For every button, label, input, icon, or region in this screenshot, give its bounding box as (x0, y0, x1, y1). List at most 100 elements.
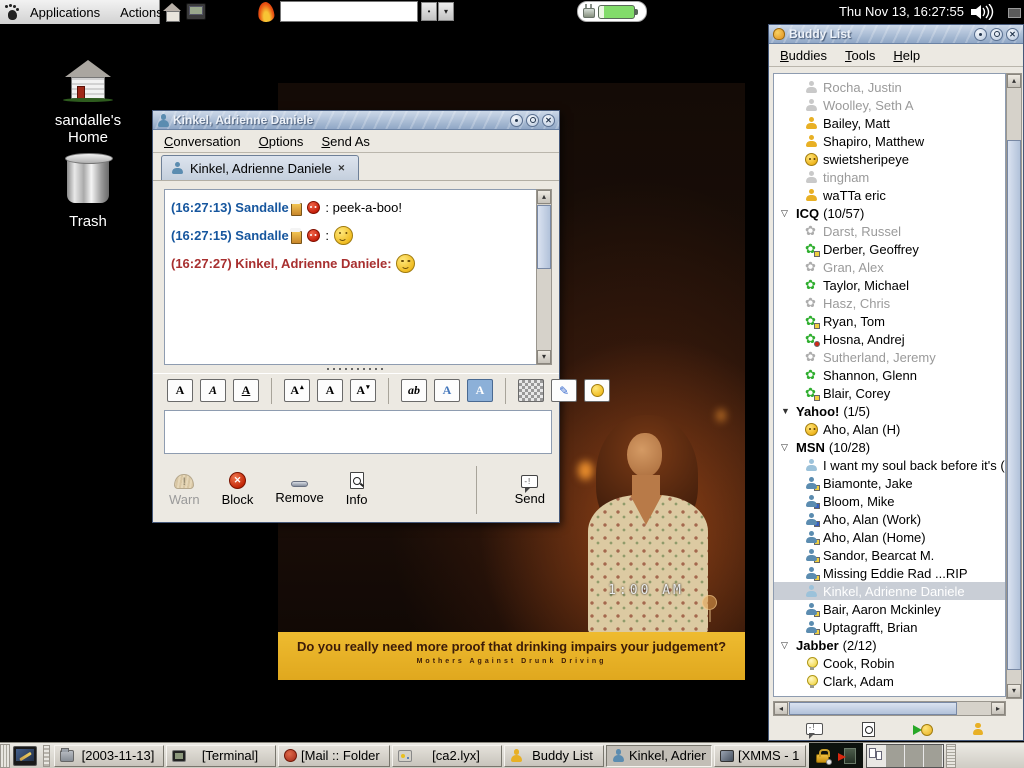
workspace-cell[interactable] (905, 745, 924, 767)
battery-applet[interactable] (577, 1, 647, 22)
task-button[interactable]: [Terminal] (166, 745, 276, 767)
buddy-row[interactable]: Missing Eddie Rad ...RIP (774, 564, 1005, 582)
buddy-row[interactable]: Shapiro, Matthew (774, 132, 1005, 150)
buddy-row[interactable]: Uptagrafft, Brian (774, 618, 1005, 636)
buddy-row[interactable]: Shannon, Glenn (774, 366, 1005, 384)
home-launcher-icon[interactable] (163, 2, 182, 21)
buddy-row[interactable]: Derber, Geoffrey (774, 240, 1005, 258)
workspace-cell[interactable] (886, 745, 905, 767)
buddy-row[interactable]: Aho, Alan (Work) (774, 510, 1005, 528)
panel-grip[interactable] (946, 744, 956, 768)
task-button[interactable]: [2003-11-13] (54, 745, 164, 767)
font-normal-button[interactable]: A (317, 379, 343, 402)
buddy-row[interactable]: Bair, Aaron Mckinley (774, 600, 1005, 618)
panel-search-input[interactable] (280, 1, 418, 22)
buddy-group-row[interactable]: ▽ICQ(10/57) (774, 204, 1005, 222)
buddy-group-row[interactable]: ▼Yahoo!(1/5) (774, 402, 1005, 420)
conversation-tab[interactable]: Kinkel, Adrienne Daniele (161, 155, 359, 180)
menu-help[interactable]: Help (884, 46, 929, 65)
terminal-launcher-icon[interactable] (186, 3, 206, 20)
menu-send-as[interactable]: Send As (312, 132, 378, 151)
font-face-button[interactable]: ab (401, 379, 427, 402)
buddy-row[interactable]: Gran, Alex (774, 258, 1005, 276)
font-smaller-button[interactable]: A▾ (350, 379, 376, 402)
close-button[interactable] (1006, 28, 1019, 41)
buddy-list-scrollbar[interactable]: ▴ ▾ (1006, 73, 1022, 699)
chat-button[interactable] (908, 719, 938, 739)
buddy-row[interactable]: tingham (774, 168, 1005, 186)
buddy-row[interactable]: Darst, Russel (774, 222, 1005, 240)
buddy-row[interactable]: Sutherland, Jeremy (774, 348, 1005, 366)
remove-button[interactable]: Remove (275, 475, 323, 505)
buddy-group-row[interactable]: ▽Jabber(2/12) (774, 636, 1005, 654)
buddy-list-titlebar[interactable]: Buddy List (769, 25, 1023, 44)
buddy-row[interactable]: Woolley, Seth A (774, 96, 1005, 114)
buddy-row[interactable]: Clark, Adam (774, 672, 1005, 690)
underline-button[interactable]: A (233, 379, 259, 402)
menu-buddies[interactable]: Buddies (771, 46, 836, 65)
firebird-launcher-icon[interactable] (255, 1, 277, 23)
font-larger-button[interactable]: A▴ (284, 379, 310, 402)
task-button[interactable]: [ca2.lyx] (392, 745, 502, 767)
scroll-up-icon[interactable]: ▴ (1007, 74, 1021, 88)
send-button[interactable]: Send (515, 473, 545, 506)
buddy-row[interactable]: Cook, Robin (774, 654, 1005, 672)
message-area[interactable]: (16:27:13) Sandalle : peek-a-boo!(16:27:… (164, 189, 536, 365)
menu-options[interactable]: Options (250, 132, 313, 151)
background-color-button[interactable]: A (467, 379, 493, 402)
buddy-row[interactable]: Ryan, Tom (774, 312, 1005, 330)
buddy-row[interactable]: Biamonte, Jake (774, 474, 1005, 492)
maximize-button[interactable] (526, 114, 539, 127)
scroll-down-icon[interactable]: ▾ (537, 350, 551, 364)
workspace-cell[interactable] (924, 745, 943, 767)
home-desktop-icon[interactable]: sandalle's Home (36, 60, 140, 147)
buddy-row[interactable]: Kinkel, Adrienne Daniele (774, 582, 1005, 600)
menu-applications[interactable]: Applications (20, 5, 110, 20)
panel-clock[interactable]: Thu Nov 13, 16:27:55 (839, 0, 964, 24)
tab-close-icon[interactable] (338, 163, 349, 174)
info-button[interactable] (854, 719, 884, 739)
scrollbar-thumb[interactable] (537, 205, 551, 269)
buddy-row[interactable]: waTTa eric (774, 186, 1005, 204)
menu-tools[interactable]: Tools (836, 46, 884, 65)
buddy-row[interactable]: Aho, Alan (H) (774, 420, 1005, 438)
buddy-row[interactable]: Bailey, Matt (774, 114, 1005, 132)
logout-button[interactable] (836, 743, 863, 768)
bold-button[interactable]: A (167, 379, 193, 402)
monitor-pencil-icon[interactable] (13, 746, 37, 766)
gnome-foot-icon[interactable] (5, 4, 20, 21)
buddy-row[interactable]: Taylor, Michael (774, 276, 1005, 294)
trash-desktop-icon[interactable]: Trash (36, 157, 140, 230)
scroll-up-icon[interactable]: ▴ (537, 190, 551, 204)
message-input[interactable] (164, 410, 552, 454)
font-color-button[interactable]: A (434, 379, 460, 402)
panel-grip[interactable] (0, 744, 10, 768)
task-button[interactable]: Kinkel, Adrienne (606, 745, 712, 767)
buddy-row[interactable]: Hosna, Andrej (774, 330, 1005, 348)
search-go-button[interactable]: • (421, 2, 437, 21)
minimize-button[interactable] (974, 28, 987, 41)
buddy-list-hscrollbar[interactable]: ◂ ▸ (773, 701, 1006, 716)
volume-icon[interactable] (970, 4, 994, 20)
workspace-cell[interactable] (867, 745, 886, 767)
buddy-row[interactable]: I want my soul back before it's ( (774, 456, 1005, 474)
minimize-button[interactable] (510, 114, 523, 127)
scroll-down-icon[interactable]: ▾ (1007, 684, 1021, 698)
scrollbar-thumb[interactable] (789, 702, 957, 715)
maximize-button[interactable] (990, 28, 1003, 41)
buddy-group-row[interactable]: ▽MSN(10/28) (774, 438, 1005, 456)
buddy-row[interactable]: Sandor, Bearcat M. (774, 546, 1005, 564)
block-button[interactable]: Block (222, 472, 254, 507)
buddy-row[interactable]: Aho, Alan (Home) (774, 528, 1005, 546)
buddy-row[interactable]: Bloom, Mike (774, 492, 1005, 510)
info-button[interactable]: Info (346, 472, 368, 507)
close-button[interactable] (542, 114, 555, 127)
insert-image-button[interactable] (518, 379, 544, 402)
scroll-left-icon[interactable]: ◂ (774, 702, 788, 715)
buddy-row[interactable]: swietsheripeye (774, 150, 1005, 168)
tray-icon[interactable] (1008, 8, 1021, 18)
scrollbar-thumb[interactable] (1007, 140, 1021, 670)
conversation-titlebar[interactable]: Kinkel, Adrienne Daniele (153, 111, 559, 130)
task-button[interactable]: [XMMS - 16. Er (714, 745, 806, 767)
im-button[interactable] (799, 719, 829, 739)
